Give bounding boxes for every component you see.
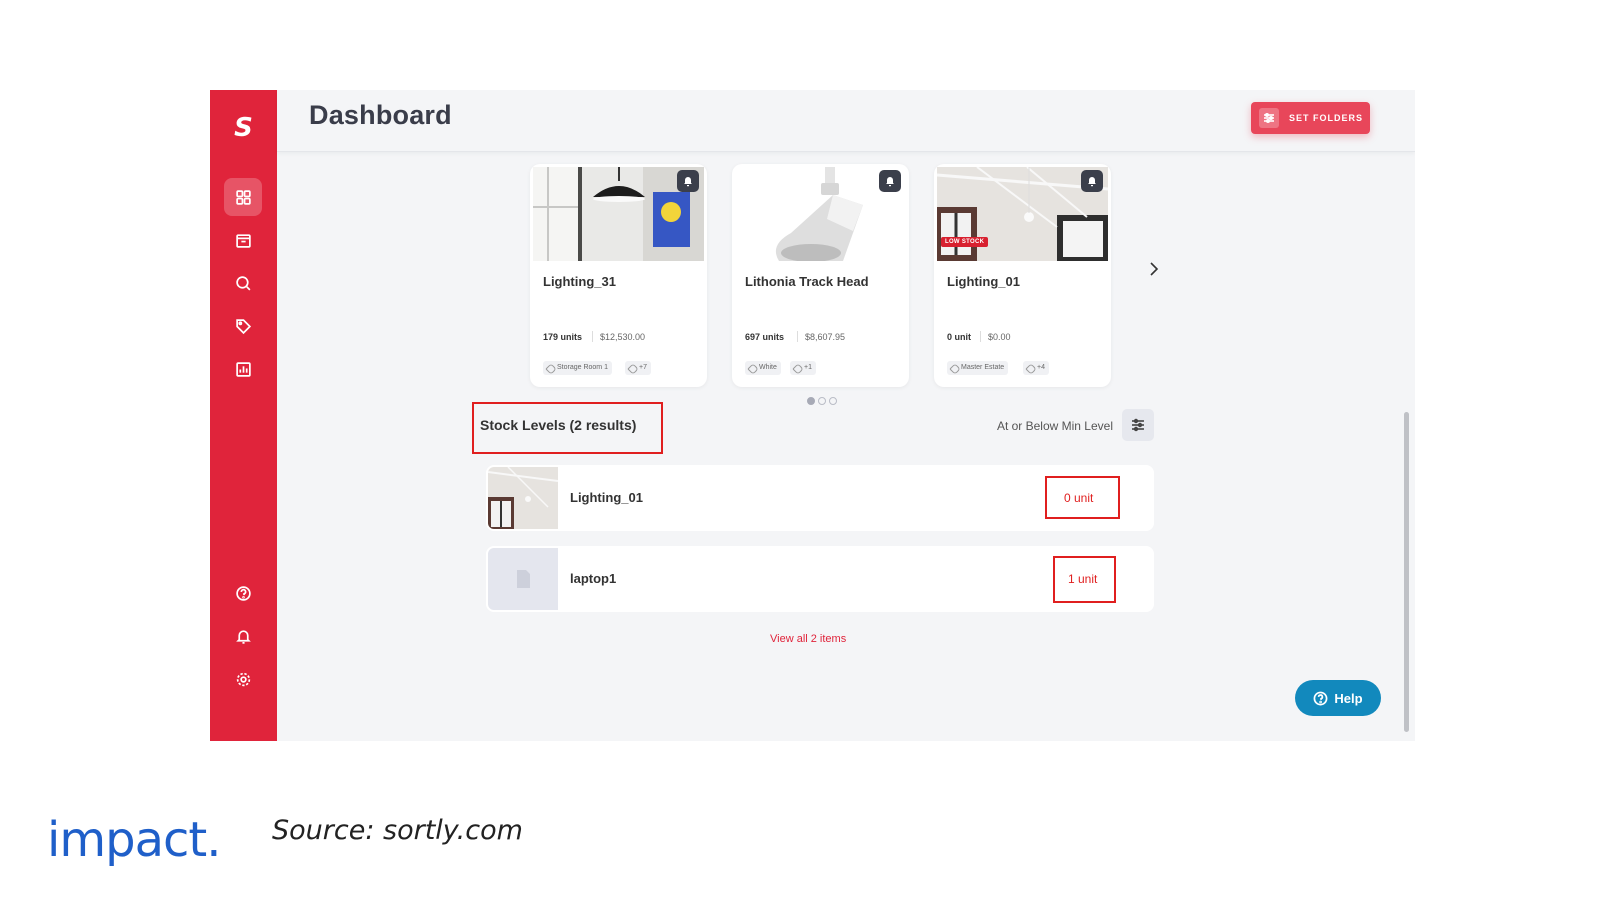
bell-icon xyxy=(235,629,251,644)
help-circle-icon xyxy=(235,585,251,601)
view-all-link[interactable]: View all 2 items xyxy=(770,633,846,645)
highlight-box xyxy=(1053,556,1116,603)
reports-icon xyxy=(235,361,251,377)
carousel-dot[interactable] xyxy=(829,397,837,405)
item-name: Lighting_31 xyxy=(543,274,616,289)
search-icon xyxy=(235,275,250,290)
tags-icon xyxy=(235,318,251,334)
item-units: 697 units xyxy=(745,332,785,342)
page-title: Dashboard xyxy=(309,100,452,130)
stock-levels-title: Stock Levels (2 results) xyxy=(480,417,637,433)
sliders-icon xyxy=(1259,108,1279,128)
carousel-dot[interactable] xyxy=(818,397,826,405)
item-name: Lighting_01 xyxy=(947,274,1020,289)
sidebar-item-dashboard[interactable] xyxy=(224,178,262,216)
bell-icon[interactable] xyxy=(1081,170,1103,192)
separator xyxy=(980,331,981,342)
sidebar-item-settings[interactable] xyxy=(224,660,262,698)
set-folders-label: SET FOLDERS xyxy=(1289,113,1364,123)
carousel-dots xyxy=(807,397,837,405)
help-button[interactable]: Help xyxy=(1295,680,1381,716)
carousel-dot[interactable] xyxy=(807,397,815,405)
sliders-icon xyxy=(1132,418,1144,432)
source-caption: Source: sortly.com xyxy=(272,815,523,846)
highlight-box xyxy=(1045,476,1120,519)
item-price: $8,607.95 xyxy=(805,332,846,342)
separator xyxy=(592,331,593,342)
item-photo xyxy=(488,467,558,529)
item-name: laptop1 xyxy=(570,571,617,586)
gear-icon xyxy=(236,672,250,686)
bell-icon[interactable] xyxy=(677,170,699,192)
item-card[interactable]: LOW STOCK Lighting_01 0 unit $0.00 Maste… xyxy=(934,164,1111,387)
item-tag[interactable]: White xyxy=(745,361,781,375)
item-tag[interactable]: Storage Room 1 xyxy=(543,361,612,375)
item-tag-more[interactable]: +4 xyxy=(1023,361,1049,375)
placeholder-image xyxy=(488,548,558,610)
item-tag[interactable]: Master Estate xyxy=(947,361,1009,375)
item-name: Lighting_01 xyxy=(570,490,643,505)
filter-label: At or Below Min Level xyxy=(996,419,1113,433)
help-circle-icon xyxy=(1313,691,1328,705)
app-logo[interactable]: S xyxy=(210,110,277,146)
file-icon xyxy=(517,570,530,588)
brand-logo: impact. xyxy=(47,812,221,868)
dashboard-icon xyxy=(235,189,251,205)
sidebar-item-notifications[interactable] xyxy=(224,617,262,655)
separator xyxy=(797,331,798,342)
sidebar-item-items[interactable] xyxy=(224,221,262,259)
sidebar-item-search[interactable] xyxy=(224,264,262,302)
item-card[interactable]: Lithonia Track Head 697 units $8,607.95 … xyxy=(732,164,909,387)
item-units: 179 units xyxy=(543,332,583,342)
filter-button[interactable] xyxy=(1122,409,1154,441)
box-icon xyxy=(235,233,251,248)
bell-icon[interactable] xyxy=(879,170,901,192)
sidebar-item-tags[interactable] xyxy=(224,307,262,345)
help-label: Help xyxy=(1334,690,1363,706)
set-folders-button[interactable]: SET FOLDERS xyxy=(1251,102,1370,134)
item-tag-more[interactable]: +1 xyxy=(790,361,816,375)
scrollbar[interactable] xyxy=(1404,412,1409,732)
low-stock-badge: LOW STOCK xyxy=(941,237,989,247)
slide: S Dashboard SET FOLDERS Lighting_31 179 … xyxy=(0,0,1600,900)
item-name: Lithonia Track Head xyxy=(745,274,869,289)
sidebar-item-reports[interactable] xyxy=(224,350,262,388)
item-price: $0.00 xyxy=(988,332,1011,342)
app-window: S Dashboard SET FOLDERS Lighting_31 179 … xyxy=(210,90,1415,741)
header: Dashboard SET FOLDERS xyxy=(277,90,1415,152)
sidebar: S xyxy=(210,90,277,741)
item-tag-more[interactable]: +7 xyxy=(625,361,651,375)
item-card[interactable]: Lighting_31 179 units $12,530.00 Storage… xyxy=(530,164,707,387)
item-units: 0 unit xyxy=(947,332,971,342)
item-price: $12,530.00 xyxy=(600,332,646,342)
sidebar-item-help[interactable] xyxy=(224,574,262,612)
chevron-right-icon[interactable] xyxy=(1147,262,1161,276)
